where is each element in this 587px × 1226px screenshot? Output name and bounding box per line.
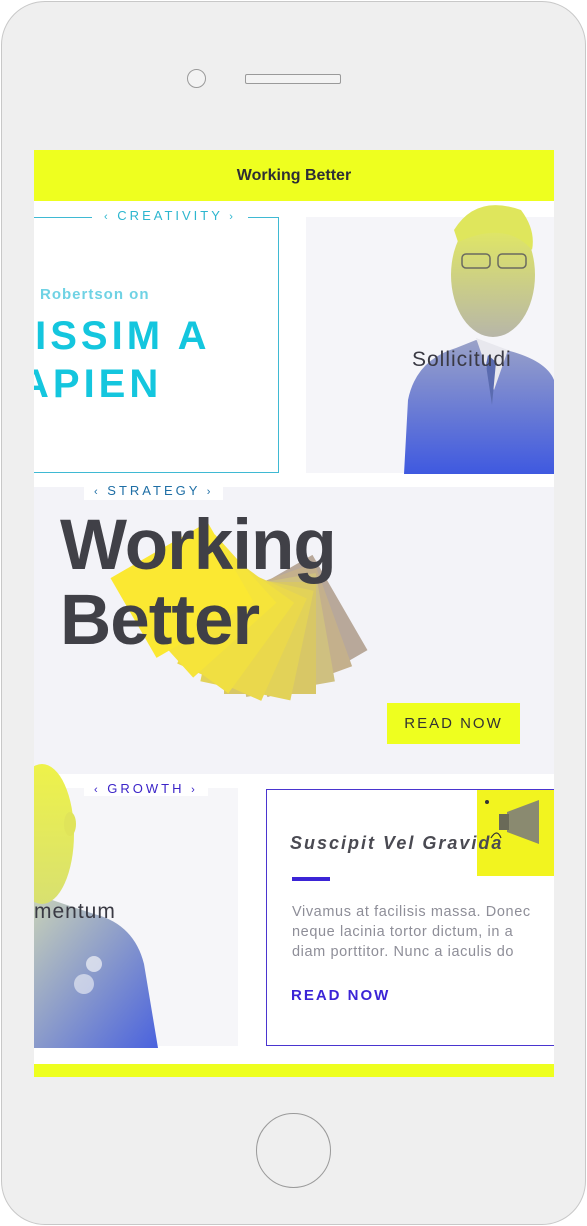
camera-icon xyxy=(187,69,206,88)
read-now-button[interactable]: READ NOW xyxy=(387,703,520,744)
portrait-caption: Sollicitudi xyxy=(412,348,512,371)
article-divider xyxy=(292,877,330,881)
strategy-title[interactable]: Working Better xyxy=(60,506,337,660)
chevron-right-icon: › xyxy=(206,486,214,498)
creativity-subtitle: Robertson on xyxy=(40,286,150,303)
strategy-label-text: STRATEGY xyxy=(107,483,201,498)
chevron-right-icon: › xyxy=(229,211,236,223)
article-body-line1: Vivamus at facilisis massa. Donec xyxy=(292,904,531,920)
chevron-left-icon: ‹ xyxy=(94,486,101,498)
screen: Working Better ‹ CREATIVITY › Robertson … xyxy=(34,150,554,1077)
growth-caption: mentum xyxy=(34,900,116,923)
strategy-title-line2: Better xyxy=(60,581,260,660)
creativity-label[interactable]: ‹ CREATIVITY › xyxy=(92,208,248,223)
creativity-title-line1: IISSIM A xyxy=(34,314,211,358)
portrait-image xyxy=(404,205,554,474)
phone-frame: Working Better ‹ CREATIVITY › Robertson … xyxy=(0,0,587,1226)
article-body-line3: diam porttitor. Nunc a iaculis do xyxy=(292,944,515,960)
growth-label[interactable]: ‹ GROWTH › xyxy=(84,781,208,796)
chevron-right-icon: › xyxy=(191,784,198,796)
strategy-label[interactable]: ‹ STRATEGY › xyxy=(84,482,224,500)
chevron-left-icon: ‹ xyxy=(104,211,111,223)
creativity-title-line2: APIEN xyxy=(34,362,163,406)
footer-bar xyxy=(34,1064,554,1077)
home-button[interactable] xyxy=(256,1113,331,1188)
speaker-grille xyxy=(245,74,341,84)
header-title: Working Better xyxy=(236,166,352,184)
strategy-title-line1: Working xyxy=(60,506,337,585)
article-read-now-link[interactable]: READ NOW xyxy=(291,987,390,1004)
creativity-title[interactable]: IISSIM A APIEN xyxy=(34,312,211,408)
article-body-line2: neque lacinia tortor dictum, in a xyxy=(292,924,514,940)
article-body: Vivamus at facilisis massa. Donec neque … xyxy=(292,902,554,962)
chevron-left-icon: ‹ xyxy=(94,784,101,796)
creativity-label-text: CREATIVITY xyxy=(117,208,223,223)
article-title[interactable]: Suscipit Vel Gravida xyxy=(290,833,503,854)
growth-label-text: GROWTH xyxy=(107,781,185,796)
